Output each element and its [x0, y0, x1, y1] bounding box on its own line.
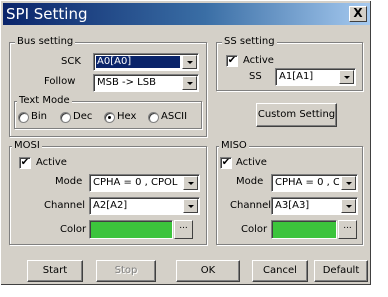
custom-setting-button[interactable]: Custom Setting [256, 103, 337, 127]
checkmark-icon: ✔ [20, 157, 30, 168]
mode-bin-radio[interactable] [18, 112, 29, 123]
mosi-mode-label: Mode [55, 176, 83, 187]
ss-active-checkbox[interactable]: ✔ [226, 55, 238, 67]
mosi-mode-dropdown-arrow-icon[interactable] [183, 176, 198, 190]
mosi-mode-select[interactable]: CPHA = 0 , CPOL = 0 [89, 174, 200, 192]
default-button[interactable]: Default [314, 260, 368, 282]
mosi-color-label: Color [60, 224, 87, 235]
miso-color-picker-button[interactable]: ... [338, 220, 357, 239]
sck-value: A0[A0] [96, 56, 180, 68]
bus-setting-legend: Bus setting [15, 36, 76, 48]
follow-select[interactable]: MSB -> LSB [93, 74, 199, 92]
mosi-channel-select[interactable]: A2[A2] [89, 197, 200, 215]
follow-label: Follow [44, 76, 76, 87]
sck-label: SCK [61, 56, 81, 67]
ok-button[interactable]: OK [176, 260, 240, 282]
ss-active-label: Active [243, 55, 274, 66]
mode-ascii-radio[interactable] [148, 112, 159, 123]
miso-color-swatch[interactable] [271, 220, 337, 239]
ss-dropdown-arrow-icon[interactable] [339, 70, 354, 84]
miso-mode-dropdown-arrow-icon[interactable] [341, 176, 356, 190]
mosi-channel-dropdown-arrow-icon[interactable] [183, 199, 198, 213]
title-bar: SPI Setting [3, 3, 370, 25]
mosi-mode-value: CPHA = 0 , CPOL = 0 [93, 177, 181, 188]
miso-legend: MISO [219, 140, 249, 152]
mosi-active-checkbox[interactable]: ✔ [19, 157, 31, 169]
sck-select[interactable]: A0[A0] [93, 53, 199, 71]
close-button[interactable]: X [349, 6, 367, 22]
sck-dropdown-arrow-icon[interactable] [182, 55, 197, 69]
mode-hex-radio[interactable] [104, 112, 115, 123]
mode-hex-label: Hex [117, 111, 137, 122]
mode-ascii-label: ASCII [161, 111, 188, 122]
mosi-color-picker-button[interactable]: ... [174, 220, 193, 239]
checkmark-icon: ✔ [227, 55, 237, 66]
ss-setting-legend: SS setting [222, 36, 277, 48]
miso-color-label: Color [241, 224, 268, 235]
miso-mode-label: Mode [236, 176, 264, 187]
mosi-channel-label: Channel [44, 200, 86, 211]
mosi-channel-value: A2[A2] [93, 200, 128, 211]
close-icon: X [353, 6, 363, 20]
checkmark-icon: ✔ [221, 157, 231, 168]
mode-bin-label: Bin [31, 111, 47, 122]
miso-channel-label: Channel [230, 200, 272, 211]
text-mode-legend: Text Mode [17, 95, 72, 107]
ss-value: A1[A1] [279, 71, 314, 82]
window-title: SPI Setting [6, 5, 88, 23]
miso-active-label: Active [236, 157, 267, 168]
miso-mode-select[interactable]: CPHA = 0 , CPOL = 0 [271, 174, 358, 192]
mosi-legend: MOSI [12, 140, 42, 152]
miso-channel-dropdown-arrow-icon[interactable] [341, 199, 356, 213]
miso-channel-value: A3[A3] [275, 200, 310, 211]
miso-channel-select[interactable]: A3[A3] [271, 197, 358, 215]
follow-dropdown-arrow-icon[interactable] [182, 76, 197, 90]
miso-active-checkbox[interactable]: ✔ [220, 157, 232, 169]
start-button[interactable]: Start [27, 260, 83, 282]
mosi-active-label: Active [36, 157, 67, 168]
follow-value: MSB -> LSB [97, 77, 156, 88]
stop-button[interactable]: Stop [96, 260, 156, 282]
mode-dec-radio[interactable] [60, 112, 71, 123]
miso-mode-value: CPHA = 0 , CPOL = 0 [275, 177, 339, 188]
mode-dec-label: Dec [73, 111, 93, 122]
ss-label: SS [249, 71, 262, 82]
cancel-button[interactable]: Cancel [252, 260, 308, 282]
ss-select[interactable]: A1[A1] [275, 68, 356, 86]
spi-setting-dialog: SPI Setting X Bus setting SCK A0[A0] Fol… [0, 0, 372, 286]
mosi-color-swatch[interactable] [89, 220, 173, 239]
